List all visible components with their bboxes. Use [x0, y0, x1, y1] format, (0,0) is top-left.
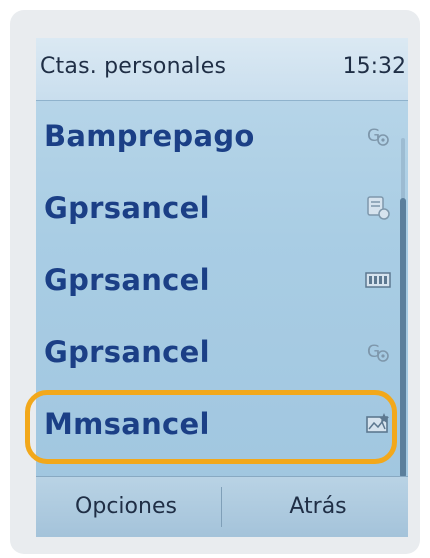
list-item-bamprepago[interactable]: Bamprepago G [36, 100, 396, 172]
list-item-gprsancel-1[interactable]: Gprsancel [36, 172, 396, 244]
list-item-label: Gprsancel [44, 191, 210, 225]
film-icon [365, 272, 391, 288]
gprs-icon: G [367, 126, 389, 146]
list-item-mmsancel[interactable]: Mmsancel [36, 388, 396, 460]
list-item-label: Gprsancel [44, 335, 210, 369]
options-softkey[interactable]: Opciones [36, 477, 216, 537]
message-icon [367, 196, 390, 220]
clock: 15:32 [342, 54, 406, 79]
mms-icon [366, 413, 389, 433]
list-item-label: Gprsancel [44, 263, 210, 297]
softkey-divider [221, 487, 222, 527]
list-item-label: Mmsancel [44, 407, 210, 441]
softkey-bar: Opciones Atrás [36, 476, 408, 537]
page-title: Ctas. personales [40, 54, 227, 79]
device-frame: Ctas. personales 15:32 Bamprepago G Gprs… [10, 10, 420, 554]
list-item-gprsancel-2[interactable]: Gprsancel [36, 244, 396, 316]
gprs-icon: G [367, 342, 389, 362]
list-item-label: Bamprepago [44, 119, 255, 153]
list-item-gprsancel-3[interactable]: Gprsancel G [36, 316, 396, 388]
phone-screen: Ctas. personales 15:32 Bamprepago G Gprs… [36, 38, 408, 537]
scrollbar-thumb[interactable] [400, 198, 406, 478]
status-bar: Ctas. personales 15:32 [36, 38, 408, 101]
back-softkey[interactable]: Atrás [228, 477, 408, 537]
